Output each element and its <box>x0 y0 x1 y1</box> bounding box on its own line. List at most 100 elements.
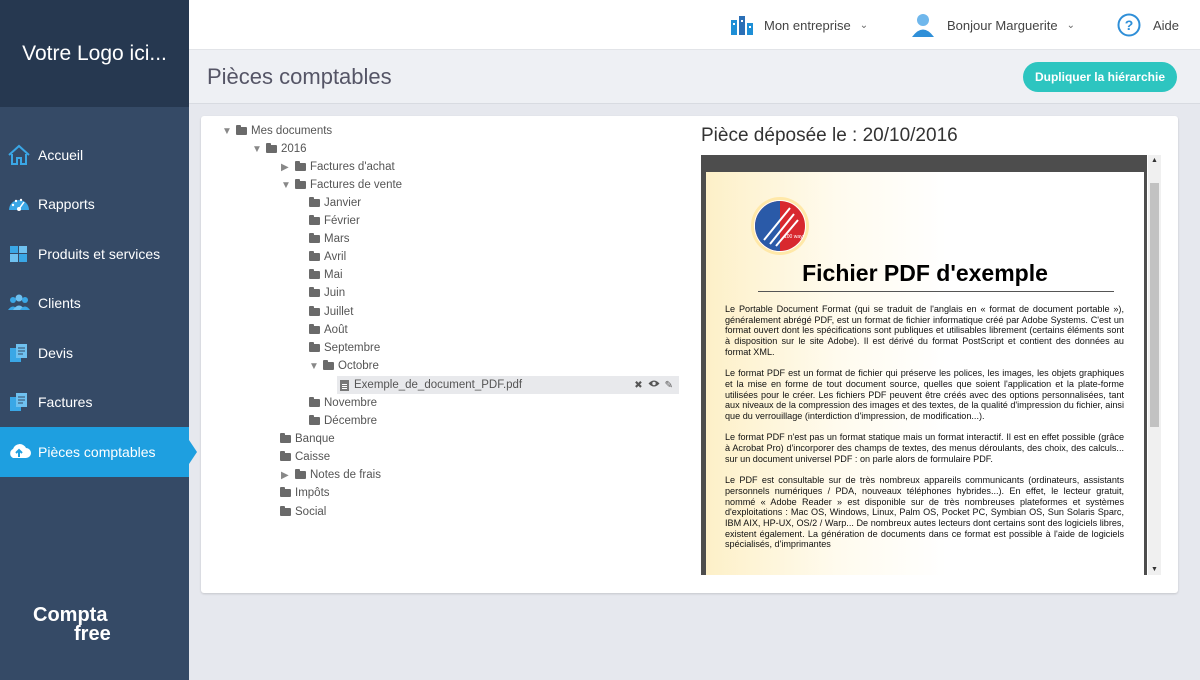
pdf-paragraph: Le format PDF est un format de fichier q… <box>725 368 1124 422</box>
nav-item-accueil[interactable]: Accueil <box>0 130 189 180</box>
tree-node-month[interactable]: Août <box>309 321 348 339</box>
viewer-scrollbar[interactable]: ▲ ▼ <box>1148 155 1161 575</box>
pdf-logo: 100 ways <box>754 200 806 252</box>
nav-label-accueil: Accueil <box>38 146 84 163</box>
pdf-page: 100 ways Fichier PDF d'exemple Le Portab… <box>706 172 1144 575</box>
upload-icon <box>6 439 32 465</box>
scroll-up-icon[interactable]: ▲ <box>1151 157 1158 164</box>
tree-node-social[interactable]: Social <box>280 503 326 521</box>
eye-icon[interactable] <box>648 379 660 391</box>
scroll-down-icon[interactable]: ▼ <box>1151 566 1158 573</box>
documents-icon <box>6 340 32 366</box>
gauge-icon <box>6 191 32 217</box>
folder-icon <box>295 469 306 479</box>
tree-node-octobre[interactable]: ▼ Octobre <box>309 357 379 375</box>
folder-icon <box>309 233 320 243</box>
folder-icon <box>309 269 320 279</box>
tree-label: Janvier <box>324 197 362 209</box>
tree-label: Juin <box>324 287 346 299</box>
help-link[interactable]: ? Aide <box>1117 0 1179 50</box>
pdf-paragraph: Le Portable Document Format (qui se trad… <box>725 304 1124 357</box>
tree-node-factures-achat[interactable]: ▶ Factures d'achat <box>281 158 395 176</box>
tree-label: Septembre <box>324 342 381 354</box>
tree-file-selected[interactable]: Exemple_de_document_PDF.pdf ✖ ✎ <box>337 376 679 394</box>
folder-icon <box>309 306 320 316</box>
home-icon <box>6 142 32 168</box>
file-name: Exemple_de_document_PDF.pdf <box>354 379 523 391</box>
folder-icon <box>280 433 291 443</box>
tree-node-month[interactable]: Juillet <box>309 303 353 321</box>
tree-node-month[interactable]: Février <box>309 212 360 230</box>
tree-node-2016[interactable]: ▼ 2016 <box>252 140 307 158</box>
expanded-caret-icon[interactable]: ▼ <box>309 361 321 372</box>
help-icon: ? <box>1117 13 1141 37</box>
pdf-viewer[interactable]: 100 ways Fichier PDF d'exemple Le Portab… <box>701 155 1147 575</box>
tree-label: Factures de vente <box>310 179 403 191</box>
invoices-icon <box>6 389 32 415</box>
tree-label: Mai <box>324 269 343 281</box>
tree-label: Mars <box>324 233 350 245</box>
nav-item-pieces-comptables[interactable]: Pièces comptables <box>0 427 189 477</box>
pencil-icon[interactable]: ✎ <box>665 380 673 391</box>
tree-node-month[interactable]: Mars <box>309 230 350 248</box>
expanded-caret-icon[interactable]: ▼ <box>222 126 234 137</box>
expanded-caret-icon[interactable]: ▼ <box>252 144 264 155</box>
collapsed-caret-icon[interactable]: ▶ <box>281 470 293 481</box>
collapsed-caret-icon[interactable]: ▶ <box>281 162 293 173</box>
expanded-caret-icon[interactable]: ▼ <box>281 180 293 191</box>
tree-node-month[interactable]: Septembre <box>309 339 380 357</box>
pdf-logo-text: 100 ways <box>784 234 806 240</box>
tree-node-month[interactable]: Mai <box>309 266 343 284</box>
folder-icon <box>309 251 320 261</box>
tree-node-month[interactable]: Avril <box>309 248 346 266</box>
svg-text:?: ? <box>1125 17 1134 33</box>
pdf-body: Le Portable Document Format (qui se trad… <box>725 304 1124 561</box>
pdf-title-rule <box>758 291 1114 292</box>
user-avatar-icon <box>911 12 935 38</box>
duplicate-hierarchy-button[interactable]: Dupliquer la hiérarchie <box>1022 62 1177 92</box>
folder-icon <box>309 397 320 407</box>
logo-text: Votre Logo ici... <box>22 41 167 65</box>
user-menu[interactable]: Bonjour Marguerite ⌄ <box>911 0 1075 50</box>
nav-item-rapports[interactable]: Rapports <box>0 180 189 230</box>
file-icon <box>340 379 349 391</box>
nav-item-devis[interactable]: Devis <box>0 328 189 378</box>
sidebar: Votre Logo ici... Accueil Rapports Produ… <box>0 0 189 680</box>
users-icon <box>6 290 32 316</box>
nav-label-produits: Produits et services <box>38 245 161 262</box>
top-bar: Mon entreprise ⌄ Bonjour Marguerite ⌄ ? … <box>189 0 1200 50</box>
nav-item-clients[interactable]: Clients <box>0 279 189 329</box>
nav-item-factures[interactable]: Factures <box>0 378 189 428</box>
tree-label: Banque <box>295 433 335 445</box>
boxes-icon <box>6 241 32 267</box>
file-actions: ✖ ✎ <box>634 376 673 394</box>
folder-icon <box>309 215 320 225</box>
tree-node-mes-documents[interactable]: ▼ Mes documents <box>222 122 332 140</box>
tree-node-month[interactable]: Novembre <box>309 394 377 412</box>
folder-icon <box>280 487 291 497</box>
main-nav: Accueil Rapports Produits et services Cl… <box>0 130 189 477</box>
folder-icon <box>309 415 320 425</box>
pdf-title: Fichier PDF d'exemple <box>802 260 1048 286</box>
company-menu[interactable]: Mon entreprise ⌄ <box>730 0 868 50</box>
nav-item-produits[interactable]: Produits et services <box>0 229 189 279</box>
tree-node-month[interactable]: Janvier <box>309 194 361 212</box>
pdf-paragraph: Le PDF est consultable sur de très nombr… <box>725 475 1124 550</box>
tree-node-notes-frais[interactable]: ▶ Notes de frais <box>281 466 381 484</box>
nav-label-rapports: Rapports <box>38 196 95 213</box>
page-title: Pièces comptables <box>207 64 392 89</box>
tree-node-factures-vente[interactable]: ▼ Factures de vente <box>281 176 402 194</box>
tree-label: Factures d'achat <box>310 161 395 173</box>
tree-node-month[interactable]: Juin <box>309 284 345 302</box>
folder-icon <box>295 161 306 171</box>
folder-icon <box>295 179 306 189</box>
tree-node-banque[interactable]: Banque <box>280 430 335 448</box>
logo-placeholder[interactable]: Votre Logo ici... <box>0 0 189 107</box>
delete-icon[interactable]: ✖ <box>634 380 642 391</box>
tree-label: Notes de frais <box>310 469 381 481</box>
tree-node-impots[interactable]: Impôts <box>280 484 330 502</box>
tree-node-caisse[interactable]: Caisse <box>280 448 330 466</box>
tree-node-month[interactable]: Décembre <box>309 412 377 430</box>
scrollbar-thumb[interactable] <box>1150 183 1159 427</box>
tree-label: Social <box>295 506 327 518</box>
